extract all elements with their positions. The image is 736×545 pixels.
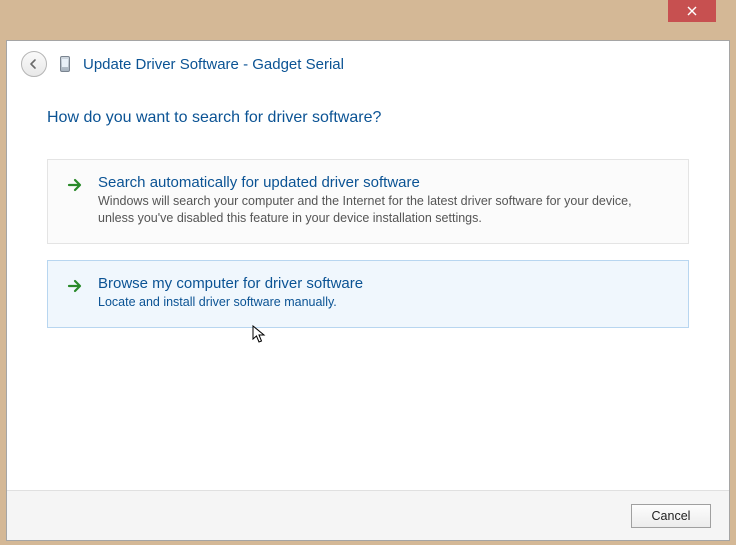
back-button[interactable] — [21, 51, 47, 77]
option-text: Search automatically for updated driver … — [98, 174, 670, 227]
window-title: Update Driver Software - Gadget Serial — [83, 56, 344, 73]
option-search-automatically[interactable]: Search automatically for updated driver … — [47, 159, 689, 244]
option-title: Browse my computer for driver software — [98, 275, 670, 292]
option-browse-computer[interactable]: Browse my computer for driver software L… — [47, 260, 689, 328]
arrow-right-icon — [66, 176, 84, 194]
content-area: How do you want to search for driver sof… — [7, 91, 729, 328]
option-description: Locate and install driver software manua… — [98, 294, 670, 311]
back-arrow-icon — [28, 58, 40, 70]
dialog-window: Update Driver Software - Gadget Serial H… — [6, 40, 730, 541]
option-description: Windows will search your computer and th… — [98, 193, 670, 227]
footer-bar: Cancel — [7, 490, 729, 540]
cancel-button[interactable]: Cancel — [631, 504, 711, 528]
header-bar: Update Driver Software - Gadget Serial — [7, 41, 729, 91]
device-icon — [57, 54, 73, 74]
page-heading: How do you want to search for driver sof… — [47, 109, 689, 127]
close-button[interactable] — [668, 0, 716, 22]
option-text: Browse my computer for driver software L… — [98, 275, 670, 311]
option-title: Search automatically for updated driver … — [98, 174, 670, 191]
close-icon — [687, 6, 697, 16]
arrow-right-icon — [66, 277, 84, 295]
